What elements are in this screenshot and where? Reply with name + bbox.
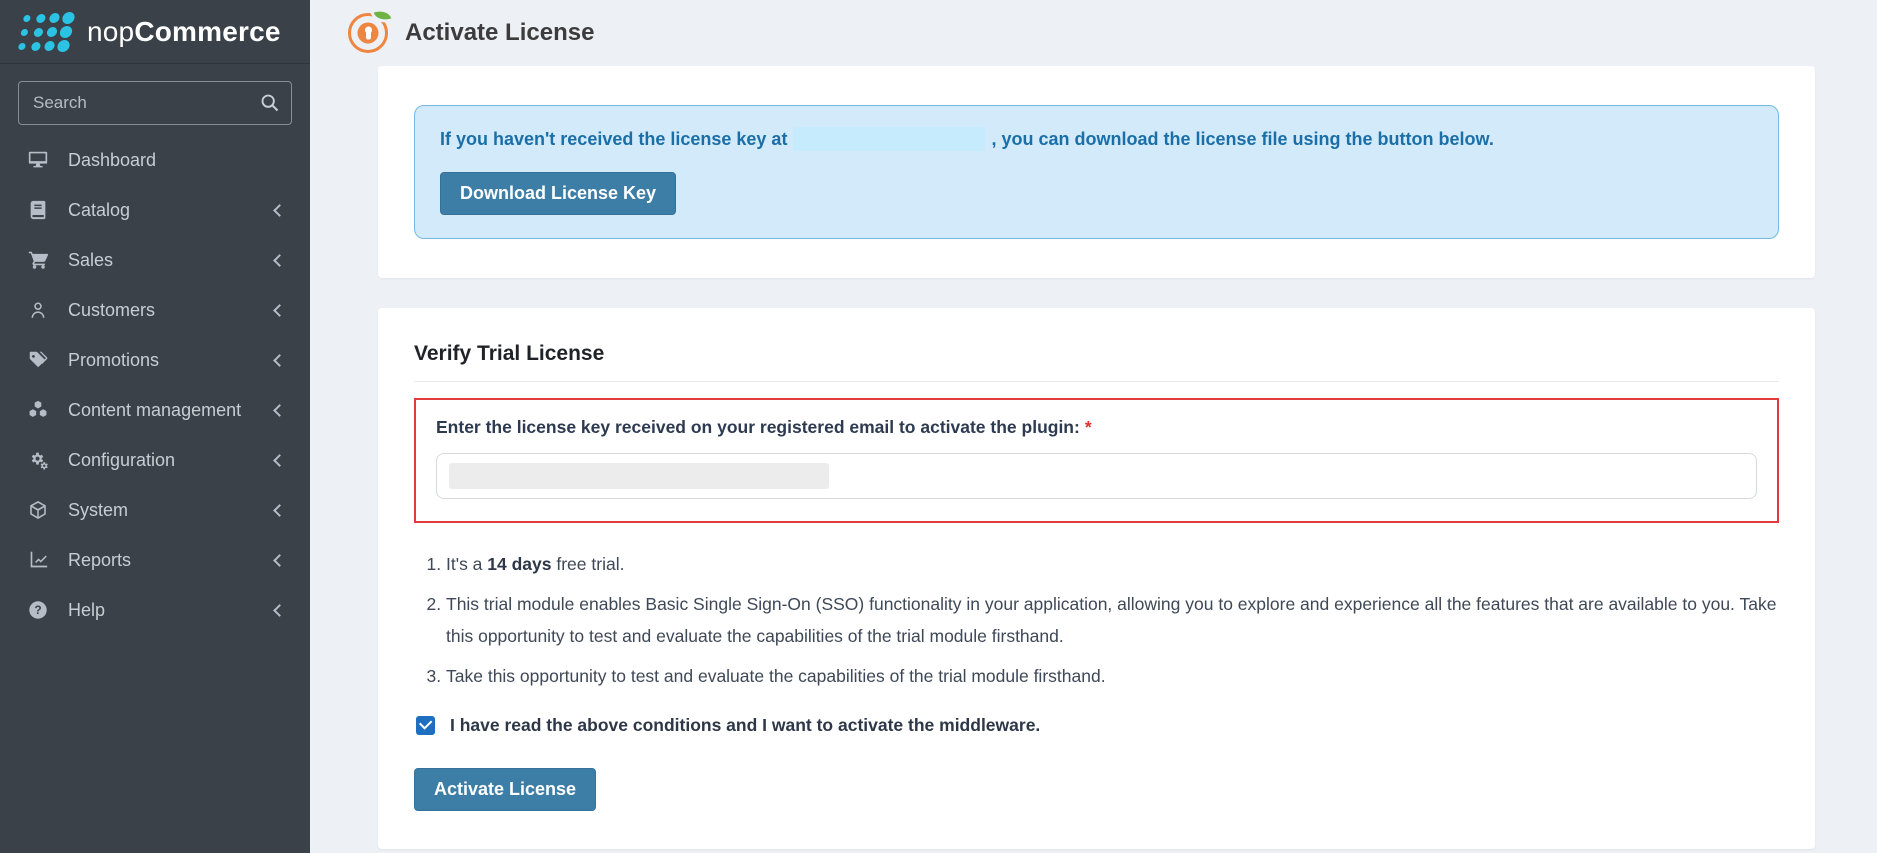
question-circle-icon: ? bbox=[26, 598, 50, 622]
cart-icon bbox=[26, 248, 50, 272]
cube-icon bbox=[26, 498, 50, 522]
cubes-icon bbox=[26, 398, 50, 422]
search-input[interactable] bbox=[19, 82, 291, 124]
main-content: Activate License If you haven't received… bbox=[310, 0, 1877, 853]
chevron-left-icon bbox=[273, 253, 286, 267]
sidebar-item-configuration[interactable]: Configuration bbox=[0, 435, 310, 485]
trial-note-1: It's a 14 days free trial. bbox=[446, 549, 1779, 581]
trial-note-3: Take this opportunity to test and evalua… bbox=[446, 661, 1779, 693]
panel-heading: Verify Trial License bbox=[414, 342, 1779, 383]
license-key-highlight-box: Enter the license key received on your r… bbox=[414, 398, 1779, 524]
redacted-license-key-chip bbox=[449, 463, 829, 490]
brand-name-bold: Commerce bbox=[134, 15, 281, 47]
sidebar-item-label: Configuration bbox=[68, 449, 176, 470]
chevron-left-icon bbox=[273, 303, 286, 317]
sidebar: nopCommerce Dashboard Catalog Sales Cust… bbox=[0, 0, 310, 853]
sidebar-item-label: Help bbox=[68, 599, 106, 620]
redacted-email-chip bbox=[793, 127, 986, 152]
license-key-label-text: Enter the license key received on your r… bbox=[436, 417, 1080, 438]
chart-line-icon bbox=[26, 548, 50, 572]
sidebar-item-label: Sales bbox=[68, 249, 114, 270]
brand-name: nopCommerce bbox=[87, 16, 281, 48]
sidebar-item-label: Promotions bbox=[68, 349, 160, 370]
orange-keyhole-icon bbox=[348, 7, 392, 53]
chevron-left-icon bbox=[273, 453, 286, 467]
sidebar-item-dashboard[interactable]: Dashboard bbox=[0, 135, 310, 185]
verify-trial-license-panel: Verify Trial License Enter the license k… bbox=[378, 308, 1815, 849]
trial-note-2: This trial module enables Basic Single S… bbox=[446, 589, 1779, 653]
info-alert: If you haven't received the license key … bbox=[414, 105, 1779, 240]
brand-name-regular: nop bbox=[87, 15, 135, 47]
note-bold-text: 14 days bbox=[487, 554, 552, 575]
sidebar-item-label: Reports bbox=[68, 549, 132, 570]
sidebar-item-label: Dashboard bbox=[68, 149, 157, 170]
sidebar-item-content-management[interactable]: Content management bbox=[0, 385, 310, 435]
note-text: Take this opportunity to test and evalua… bbox=[446, 665, 1106, 686]
page-header: Activate License bbox=[310, 0, 1877, 66]
sidebar-menu: Dashboard Catalog Sales Customers Promot… bbox=[0, 135, 310, 635]
sidebar-item-sales[interactable]: Sales bbox=[0, 235, 310, 285]
chevron-left-icon bbox=[273, 503, 286, 517]
chevron-left-icon bbox=[273, 403, 286, 417]
license-key-label: Enter the license key received on your r… bbox=[436, 417, 1757, 438]
alert-text-part3: using the button below. bbox=[1287, 129, 1494, 149]
sidebar-item-system[interactable]: System bbox=[0, 485, 310, 535]
book-icon bbox=[26, 198, 50, 222]
dot-grid-logo-icon bbox=[14, 11, 76, 52]
sidebar-item-catalog[interactable]: Catalog bbox=[0, 185, 310, 235]
gears-icon bbox=[26, 448, 50, 472]
note-text: It's a bbox=[446, 554, 488, 575]
alert-text: If you haven't received the license key … bbox=[440, 127, 1753, 153]
trial-notes-list: It's a 14 days free trial. This trial mo… bbox=[414, 549, 1779, 692]
sidebar-item-label: Catalog bbox=[68, 199, 131, 220]
activate-license-button[interactable]: Activate License bbox=[414, 767, 597, 811]
sidebar-item-label: Content management bbox=[68, 399, 242, 420]
chevron-left-icon bbox=[273, 553, 286, 567]
alert-text-part2: , you can bbox=[991, 129, 1075, 149]
download-license-panel: If you haven't received the license key … bbox=[378, 66, 1815, 279]
sidebar-item-label: Customers bbox=[68, 299, 156, 320]
user-icon bbox=[26, 298, 50, 322]
brand-logo[interactable]: nopCommerce bbox=[0, 0, 310, 64]
svg-text:?: ? bbox=[34, 603, 41, 617]
sidebar-search bbox=[18, 81, 292, 125]
license-key-input[interactable] bbox=[436, 453, 1757, 500]
chevron-left-icon bbox=[273, 353, 286, 367]
search-icon[interactable] bbox=[259, 92, 281, 114]
chevron-left-icon bbox=[273, 203, 286, 217]
tags-icon bbox=[26, 348, 50, 372]
sidebar-item-reports[interactable]: Reports bbox=[0, 535, 310, 585]
alert-text-part1: If you haven't received the license key … bbox=[440, 129, 788, 149]
download-license-key-button[interactable]: Download License Key bbox=[440, 172, 677, 216]
note-text: This trial module enables Basic Single S… bbox=[446, 594, 1777, 646]
sidebar-item-help[interactable]: ? Help bbox=[0, 585, 310, 635]
chevron-left-icon bbox=[273, 603, 286, 617]
required-marker: * bbox=[1084, 417, 1092, 438]
note-text: free trial. bbox=[551, 554, 625, 575]
page-title: Activate License bbox=[405, 19, 595, 46]
terms-checkbox-label[interactable]: I have read the above conditions and I w… bbox=[450, 715, 1040, 736]
terms-row: I have read the above conditions and I w… bbox=[414, 715, 1779, 736]
sidebar-item-customers[interactable]: Customers bbox=[0, 285, 310, 335]
terms-checkbox[interactable] bbox=[416, 715, 435, 735]
alert-text-bold: download the license file bbox=[1074, 129, 1288, 149]
sidebar-item-label: System bbox=[68, 499, 129, 520]
sidebar-item-promotions[interactable]: Promotions bbox=[0, 335, 310, 385]
dashboard-icon bbox=[26, 148, 50, 172]
